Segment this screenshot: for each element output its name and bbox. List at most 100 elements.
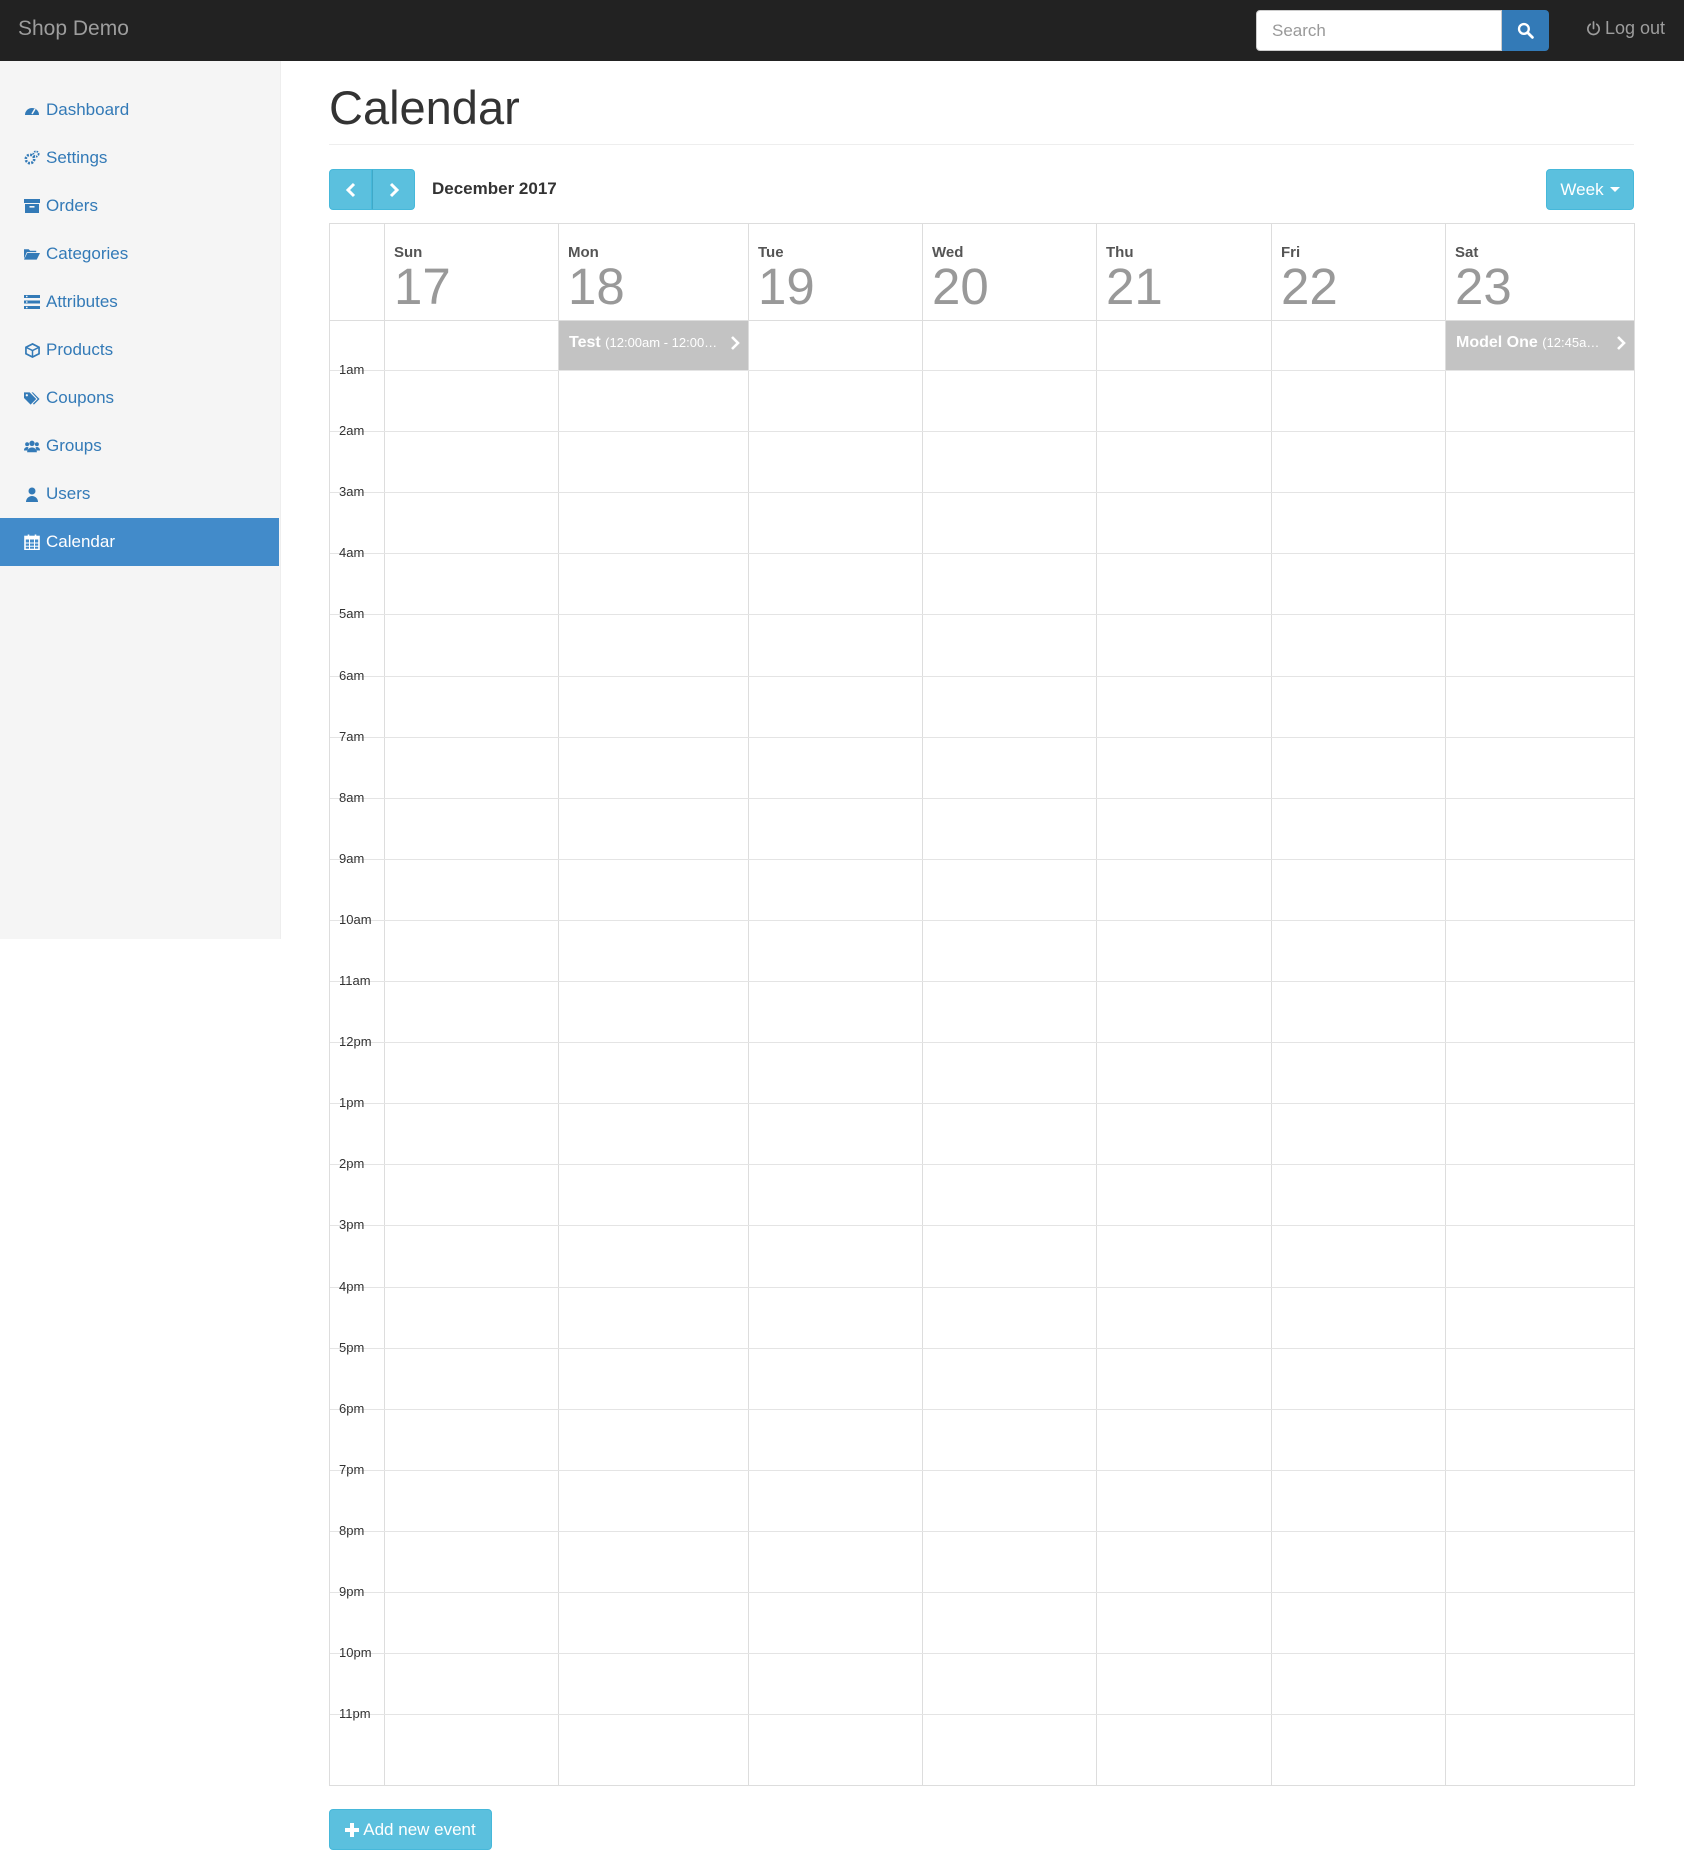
sidebar-item-products[interactable]: Products <box>0 326 279 374</box>
column-divider <box>922 224 923 1785</box>
hour-label: 2pm <box>339 1156 365 1171</box>
hour-row-line <box>330 981 1634 982</box>
event-title: Model One <box>1456 334 1538 351</box>
hour-label: 8pm <box>339 1523 365 1538</box>
dashboard-icon <box>24 102 40 118</box>
hour-label: 10pm <box>339 1645 372 1660</box>
tags-icon <box>24 390 40 406</box>
sidebar-item-coupons[interactable]: Coupons <box>0 374 279 422</box>
sidebar-item-label: Categories <box>46 244 129 263</box>
hour-row-line <box>330 1653 1634 1654</box>
hour-label: 1am <box>339 362 365 377</box>
day-header-tue[interactable]: Tue 19 <box>748 224 922 320</box>
sidebar-item-attributes[interactable]: Attributes <box>0 278 279 326</box>
search-button[interactable] <box>1502 10 1549 51</box>
logout-link[interactable]: Log out <box>1586 18 1665 39</box>
column-divider <box>384 224 385 1785</box>
hour-label: 11am <box>339 973 371 988</box>
day-header-thu[interactable]: Thu 21 <box>1096 224 1271 320</box>
calendar-event[interactable]: Test (12:00am - 12:00… <box>559 321 748 370</box>
title-divider <box>329 144 1634 145</box>
search-icon <box>1517 22 1534 39</box>
week-navigation <box>329 169 415 210</box>
day-number: 17 <box>394 258 451 315</box>
chevron-right-icon <box>1616 336 1626 355</box>
event-time: (12:00am - 12:00… <box>605 335 718 350</box>
hour-label: 12pm <box>339 1034 372 1049</box>
sidebar-item-orders[interactable]: Orders <box>0 182 279 230</box>
chevron-right-icon <box>389 182 399 197</box>
sidebar-item-label: Settings <box>46 148 108 167</box>
hour-row-line <box>330 614 1634 615</box>
view-dropdown-button[interactable]: Week <box>1546 169 1634 210</box>
hour-row-line <box>330 553 1634 554</box>
hour-row-line <box>330 1287 1634 1288</box>
week-calendar: Sun 17 Mon 18 Tue 19 Wed 20 Thu 21 Fri 22 Sat 23 1am 2a… <box>329 223 1635 1786</box>
hour-row-line <box>330 1103 1634 1104</box>
search-input[interactable] <box>1256 10 1502 51</box>
day-header-wed[interactable]: Wed 20 <box>922 224 1096 320</box>
cube-icon <box>24 342 40 358</box>
hour-label: 5pm <box>339 1340 365 1355</box>
next-week-button[interactable] <box>372 169 415 210</box>
hour-row-line <box>330 1164 1634 1165</box>
sidebar-item-settings[interactable]: Settings <box>0 134 279 182</box>
hour-row-line <box>330 1409 1634 1410</box>
sidebar-item-label: Calendar <box>46 532 115 551</box>
hour-row-line <box>330 370 1634 371</box>
hour-row-line <box>330 1225 1634 1226</box>
current-month-label: December 2017 <box>432 179 557 198</box>
power-icon <box>1587 21 1600 36</box>
hour-label: 11pm <box>339 1706 371 1721</box>
sidebar-item-users[interactable]: Users <box>0 470 279 518</box>
add-event-button[interactable]: Add new event <box>329 1809 492 1850</box>
column-divider <box>558 224 559 1785</box>
sidebar-item-categories[interactable]: Categories <box>0 230 279 278</box>
hour-label: 7pm <box>339 1462 365 1477</box>
hour-label: 6am <box>339 668 365 683</box>
hour-label: 1pm <box>339 1095 365 1110</box>
hour-row-line <box>330 1592 1634 1593</box>
hour-label: 5am <box>339 606 365 621</box>
brand-title[interactable]: Shop Demo <box>18 17 129 41</box>
sidebar-item-dashboard[interactable]: Dashboard <box>0 86 279 134</box>
hour-row-line <box>330 1348 1634 1349</box>
sidebar-item-groups[interactable]: Groups <box>0 422 279 470</box>
sidebar-item-label: Users <box>46 484 91 503</box>
caret-down-icon <box>1609 187 1620 192</box>
event-time: (12:45a… <box>1542 335 1600 350</box>
hour-label: 9pm <box>339 1584 365 1599</box>
hour-row-line <box>330 920 1634 921</box>
hour-label: 4pm <box>339 1279 365 1294</box>
day-header-fri[interactable]: Fri 22 <box>1271 224 1445 320</box>
hour-row-line <box>330 492 1634 493</box>
day-header-mon[interactable]: Mon 18 <box>558 224 748 320</box>
hour-label: 3am <box>339 484 365 499</box>
previous-week-button[interactable] <box>329 169 372 210</box>
users-icon <box>24 438 40 454</box>
sidebar-item-label: Groups <box>46 436 102 455</box>
hour-row-line <box>330 798 1634 799</box>
calendar-event[interactable]: Model One (12:45a… <box>1446 321 1634 370</box>
hour-label: 4am <box>339 545 365 560</box>
chevron-left-icon <box>345 182 355 197</box>
plus-icon <box>345 1822 360 1837</box>
hour-row-line <box>330 676 1634 677</box>
day-header-sun[interactable]: Sun 17 <box>384 224 558 320</box>
day-header-sat[interactable]: Sat 23 <box>1445 224 1634 320</box>
sidebar-item-label: Coupons <box>46 388 115 407</box>
sidebar-item-calendar[interactable]: Calendar <box>0 518 279 566</box>
day-number: 18 <box>568 258 625 315</box>
hour-label: 7am <box>339 729 365 744</box>
hour-label: 3pm <box>339 1217 365 1232</box>
logout-label: Log out <box>1605 18 1666 38</box>
day-number: 23 <box>1455 258 1512 315</box>
header-divider <box>330 320 1634 321</box>
day-number: 21 <box>1106 258 1163 315</box>
column-divider <box>1096 224 1097 1785</box>
hour-row-line <box>330 1714 1634 1715</box>
sidebar-item-label: Attributes <box>46 292 118 311</box>
hour-row-line <box>330 1531 1634 1532</box>
column-divider <box>1445 224 1446 1785</box>
column-divider <box>1271 224 1272 1785</box>
